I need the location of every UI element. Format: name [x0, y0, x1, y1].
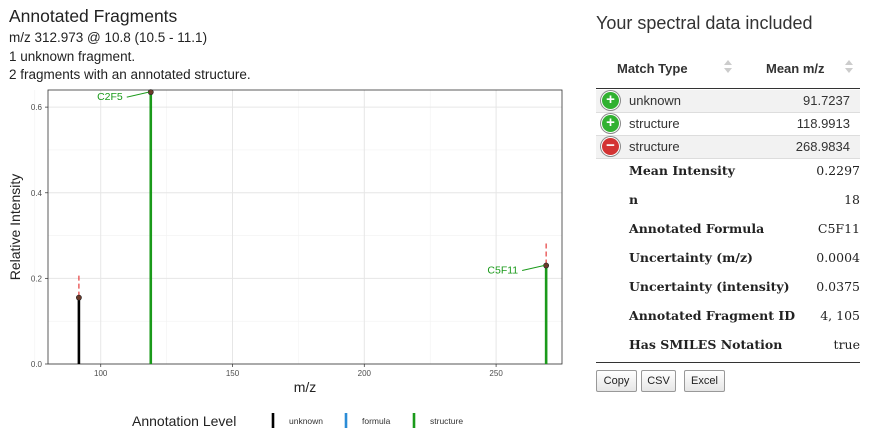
detail-uncertainty-intensity: Uncertainty (intensity) 0.0375 [596, 273, 860, 302]
detail-value: true [833, 337, 860, 352]
expand-plus-icon[interactable]: + [602, 115, 619, 132]
peak-point [543, 262, 550, 269]
table-bottom-border [596, 362, 860, 363]
detail-label: Mean Intensity [629, 163, 735, 178]
detail-label: Has SMILES Notation [629, 337, 783, 352]
detail-label: Annotated Formula [629, 221, 765, 236]
y-tick-label: 0.2 [31, 274, 43, 283]
plot-panel [48, 90, 562, 364]
cell-mean-mz: 118.9913 [796, 116, 850, 131]
detail-label: Uncertainty (m/z) [629, 250, 753, 265]
table-row[interactable]: + unknown 91.7237 [596, 90, 860, 113]
x-tick-label: 200 [358, 369, 372, 378]
cell-mean-mz: 268.9834 [795, 139, 850, 154]
cell-mean-mz: 91.7237 [803, 93, 850, 108]
x-tick-label: 150 [226, 369, 240, 378]
legend-title: Annotation Level [132, 413, 236, 429]
y-axis-title: Relative Intensity [7, 174, 23, 281]
detail-uncertainty-mz: Uncertainty (m/z) 0.0004 [596, 244, 860, 273]
detail-annotated-formula: Annotated Formula C5F11 [596, 215, 860, 244]
detail-value: 0.2297 [816, 163, 860, 178]
legend-label: unknown [289, 416, 323, 426]
spectral-data-title: Your spectral data included [596, 13, 813, 33]
cell-match-type: unknown [629, 93, 682, 108]
x-axis-title: m/z [294, 379, 317, 395]
expand-plus-icon[interactable]: + [602, 92, 619, 109]
detail-value: 0.0004 [816, 250, 860, 265]
y-tick-label: 0.0 [31, 360, 43, 369]
cell-match-type: structure [629, 139, 680, 154]
x-tick-label: 100 [94, 369, 108, 378]
detail-value: 18 [844, 192, 860, 207]
y-tick-label: 0.4 [31, 189, 43, 198]
detail-fragment-id: Annotated Fragment ID 4, 105 [596, 302, 860, 331]
y-tick-label: 0.6 [31, 103, 43, 112]
detail-n: n 18 [596, 186, 860, 215]
detail-label: n [629, 192, 639, 207]
detail-label: Uncertainty (intensity) [629, 279, 790, 294]
excel-button[interactable]: Excel [684, 370, 725, 392]
table-row[interactable]: − structure 268.9834 [596, 136, 860, 159]
detail-mean-intensity: Mean Intensity 0.2297 [596, 157, 860, 186]
annotated-fragments-panel: Annotated Fragments m/z 312.973 @ 10.8 (… [0, 0, 570, 436]
peak-point [76, 294, 82, 301]
legend-label: structure [430, 416, 463, 426]
cell-match-type: structure [629, 116, 680, 131]
collapse-minus-icon[interactable]: − [602, 138, 619, 155]
detail-has-smiles: Has SMILES Notation true [596, 331, 860, 360]
detail-value: C5F11 [817, 221, 860, 236]
table-header: Match Type Mean m/z [596, 50, 860, 89]
peak-annotation-label: C5F11 [487, 265, 518, 277]
peak-annotation-label: C2F5 [97, 91, 123, 103]
sort-icon[interactable] [724, 60, 732, 76]
legend-label: formula [362, 416, 391, 426]
detail-value: 0.0375 [816, 279, 860, 294]
sort-icon[interactable] [845, 60, 853, 76]
detail-label: Annotated Fragment ID [629, 308, 796, 323]
col-header-match-type[interactable]: Match Type [617, 61, 688, 76]
fragment-spectrum-chart: 100 150 200 250 0.0 0.2 0.4 0.6 C2F5 C5F11 m/z Rela… [7, 89, 563, 429]
detail-value: 4, 105 [820, 308, 860, 323]
col-header-mean-mz[interactable]: Mean m/z [766, 61, 825, 76]
peak-point [147, 89, 154, 96]
copy-button[interactable]: Copy [596, 370, 637, 392]
table-row[interactable]: + structure 118.9913 [596, 113, 860, 136]
x-tick-label: 250 [489, 369, 503, 378]
spectral-data-panel: Your spectral data included Match Type M… [596, 0, 870, 436]
csv-button[interactable]: CSV [641, 370, 676, 392]
